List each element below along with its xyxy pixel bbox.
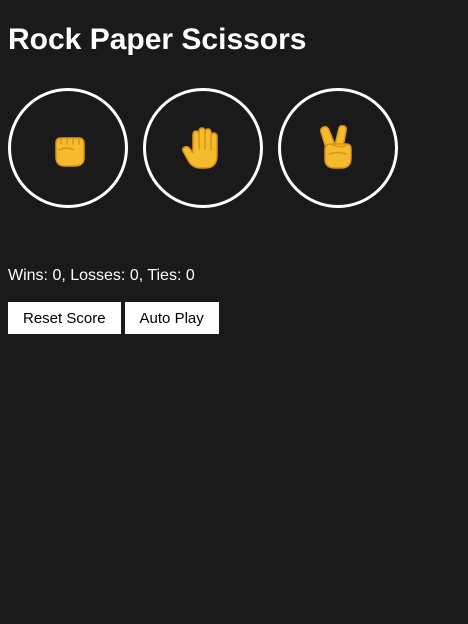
paper-hand-icon [182, 127, 218, 169]
reset-score-button[interactable]: Reset Score [8, 302, 121, 334]
scissors-victory-hand-icon [320, 125, 352, 169]
scissors-button[interactable] [278, 88, 398, 208]
move-buttons [8, 88, 398, 208]
rock-fist-icon [55, 137, 85, 167]
score-text: Wins: 0, Losses: 0, Ties: 0 [8, 267, 195, 284]
score-controls: Reset Score Auto Play [8, 302, 219, 334]
rock-button[interactable] [8, 88, 128, 208]
paper-button[interactable] [143, 88, 263, 208]
auto-play-button[interactable]: Auto Play [124, 302, 219, 334]
page-title: Rock Paper Scissors [8, 23, 307, 56]
